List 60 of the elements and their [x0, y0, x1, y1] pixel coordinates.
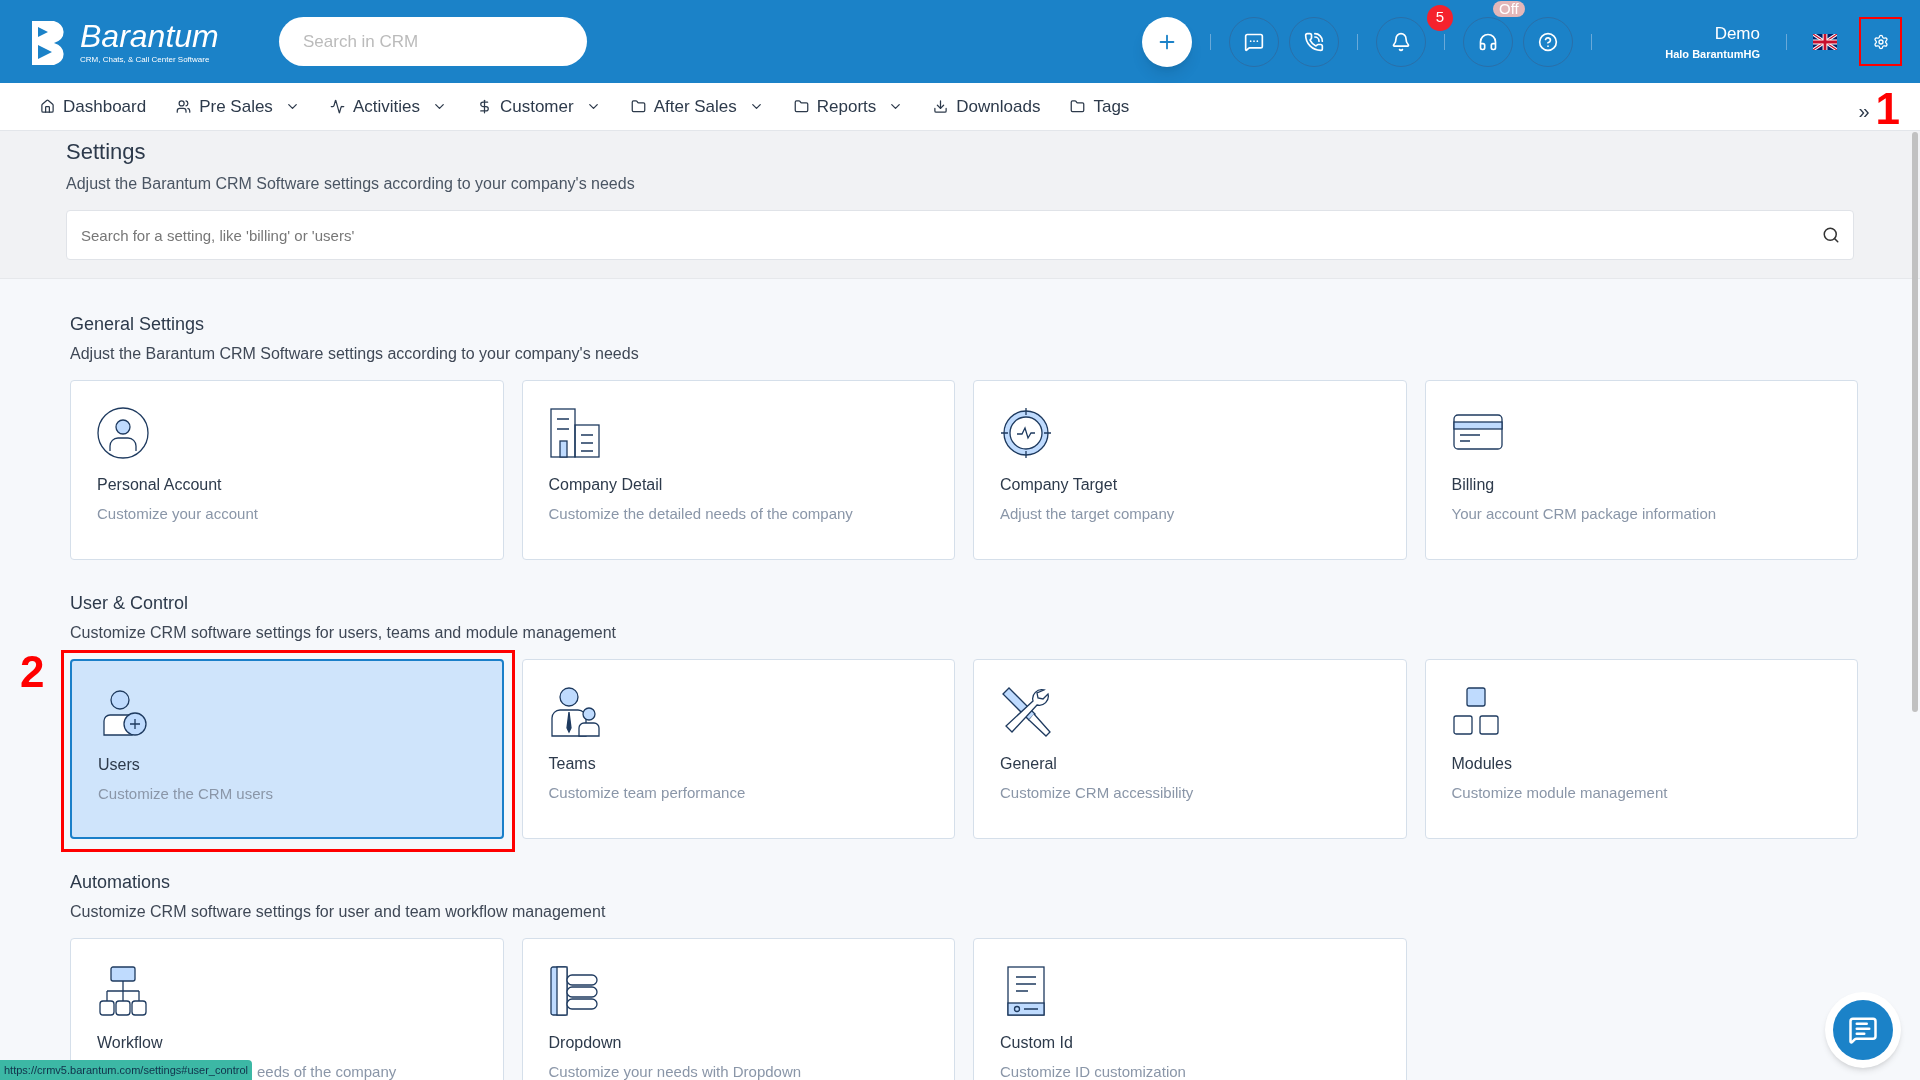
settings-card[interactable]: Teams Customize team performance	[521, 659, 955, 839]
nav-item[interactable]: Activities	[329, 93, 447, 120]
card-description: Customize the CRM users	[98, 784, 274, 804]
card-description: Your account CRM package information	[1451, 504, 1717, 524]
nav-item[interactable]: Customer	[476, 93, 601, 120]
card-title: Custom Id	[1000, 1033, 1074, 1053]
section-title: User & Control	[70, 592, 190, 615]
section-title: Automations	[70, 871, 172, 894]
logo-tagline: CRM, Chats, & Call Center Software	[80, 55, 211, 64]
nav-item[interactable]: Tags	[1070, 93, 1130, 120]
page-title: Settings	[66, 138, 147, 166]
nav-item[interactable]: Pre Sales	[176, 93, 300, 120]
nav-item[interactable]: Dashboard	[40, 93, 147, 120]
more-button[interactable]: »	[1858, 95, 1870, 126]
card-description: Adjust the target company	[1000, 504, 1175, 524]
nav-item[interactable]: After Sales	[630, 93, 764, 120]
section-title: General Settings	[70, 313, 206, 336]
annotation-number: 1	[1875, 86, 1900, 131]
nav-item[interactable]: Reports	[793, 93, 904, 120]
page-subtitle: Adjust the Barantum CRM Software settings according to your company's needs	[66, 174, 636, 194]
card-description: eeds of the company	[257, 1062, 397, 1080]
card-title: Dropdown	[548, 1033, 623, 1053]
card-title: Company Target	[1000, 475, 1119, 495]
card-title: Company Detail	[548, 475, 664, 495]
status-badge: Off	[1493, 0, 1525, 17]
card-title: Modules	[1451, 754, 1513, 774]
annotation-number: 2	[20, 650, 45, 694]
nav-item[interactable]: Downloads	[933, 93, 1041, 120]
section-description: Adjust the Barantum CRM Software settings according to your company's needs	[70, 344, 640, 364]
user-name: Demo	[1714, 22, 1760, 45]
card-title: Teams	[548, 754, 597, 774]
settings-card[interactable]: Custom Id Customize ID customization	[973, 938, 1407, 1080]
card-description: Customize ID customization	[1000, 1062, 1186, 1080]
status-url-tooltip: https://crmv5.barantum.com/settings#user_control	[0, 1060, 252, 1080]
card-title: Users	[98, 755, 141, 775]
settings-search-field[interactable]: Search for a setting, like 'billing' or 'users'	[66, 210, 1854, 260]
settings-card[interactable]: Users Customize the CRM users	[70, 659, 504, 839]
settings-card[interactable]: Company Target Adjust the target company	[973, 380, 1407, 560]
card-title: Workflow	[97, 1033, 164, 1053]
section-description: Customize CRM software settings for users, teams and module management	[70, 623, 617, 643]
card-description: Customize your needs with Dropdown	[548, 1062, 802, 1080]
card-description: Customize your account	[97, 504, 258, 524]
card-description: Customize module management	[1451, 783, 1668, 803]
card-description: Customize team performance	[548, 783, 746, 803]
logo-name: Barantum	[80, 19, 219, 52]
card-title: Billing	[1451, 475, 1496, 495]
card-description: Customize CRM accessibility	[1000, 783, 1194, 803]
user-company: Halo BarantumHG	[1665, 47, 1760, 62]
card-title: General	[1000, 754, 1058, 774]
settings-card[interactable]: Personal Account Customize your account	[70, 380, 504, 560]
settings-card[interactable]: Dropdown Customize your needs with Dropdown	[521, 938, 955, 1080]
settings-card[interactable]: Billing Your account CRM package information	[1424, 380, 1858, 560]
settings-card[interactable]: Modules Customize module management	[1424, 659, 1858, 839]
settings-card[interactable]: Company Detail Customize the detailed needs of the company	[521, 380, 955, 560]
settings-card[interactable]: General Customize CRM accessibility	[973, 659, 1407, 839]
notification-badge: 5	[1427, 4, 1453, 31]
card-description: Customize the detailed needs of the company	[548, 504, 853, 524]
card-title: Personal Account	[97, 475, 223, 495]
section-description: Customize CRM software settings for user and team workflow management	[70, 902, 607, 922]
search-field[interactable]: Search in CRM	[279, 17, 587, 66]
